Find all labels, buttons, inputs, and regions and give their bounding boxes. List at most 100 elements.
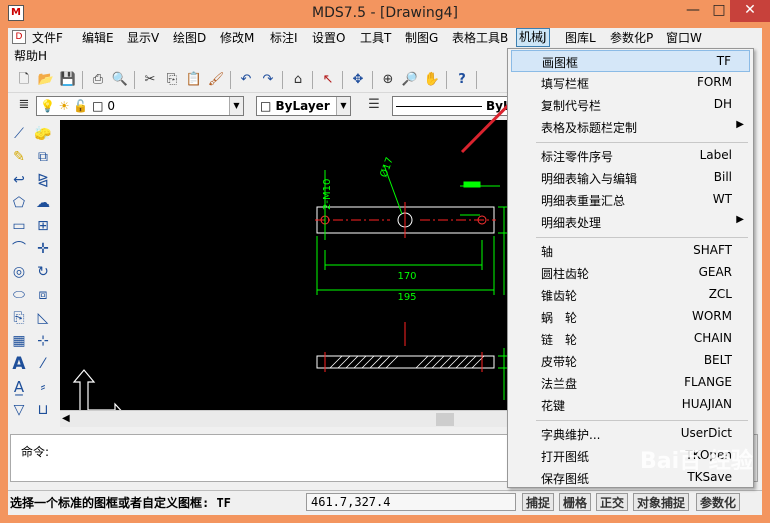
copy-icon[interactable]: ⎘	[162, 70, 182, 90]
linetype-icon[interactable]: ☰	[364, 95, 384, 115]
close-button[interactable]: ✕	[730, 0, 770, 22]
erase-icon[interactable]: 🧽	[32, 123, 54, 145]
menu-file[interactable]: 文件F	[30, 29, 65, 48]
trim-icon[interactable]: ⊹	[32, 330, 54, 352]
menu-edit[interactable]: 编辑E	[80, 29, 116, 48]
table-icon[interactable]: ▽	[8, 399, 30, 421]
menu-item-copy-code[interactable]: 复制代号栏 DH	[511, 94, 750, 116]
menu-tools[interactable]: 工具T	[358, 29, 393, 48]
hatch-icon[interactable]: ▦	[8, 330, 30, 352]
polyline-icon[interactable]: ↩	[8, 169, 30, 191]
extend-icon[interactable]: ⁄	[32, 353, 54, 375]
menu-help[interactable]: 帮助H	[12, 47, 49, 66]
ortho-toggle[interactable]: 正交	[596, 493, 629, 511]
line-icon[interactable]: ⟋	[8, 123, 30, 145]
menu-mechanical[interactable]: 机械J	[516, 28, 550, 47]
color-select[interactable]: □ ByLayer ▼	[256, 96, 351, 116]
stretch-icon[interactable]: ◺	[32, 307, 54, 329]
chevron-down-icon[interactable]: ▼	[229, 97, 243, 115]
menu-table-tools[interactable]: 表格工具B	[450, 29, 510, 48]
grid-toggle[interactable]: 栅格	[559, 493, 592, 511]
save-icon[interactable]: 💾	[58, 70, 78, 90]
scroll-left-icon[interactable]: ◀	[62, 411, 70, 427]
menu-item-part-number[interactable]: 标注零件序号 Label	[511, 145, 750, 167]
snap-toggle[interactable]: 捕捉	[522, 493, 555, 511]
move-icon[interactable]: ✛	[32, 238, 54, 260]
circle-icon[interactable]: ◎	[8, 261, 30, 283]
menu-item-draw-frame[interactable]: 画图框 TF	[511, 50, 750, 72]
document-icon[interactable]: D	[12, 30, 26, 44]
layer-select[interactable]: 💡 ☀ 🔓 □ 0 ▼	[36, 96, 244, 116]
horizontal-scrollbar[interactable]: ◀	[60, 410, 518, 427]
rectangle-icon[interactable]: ▭	[8, 215, 30, 237]
menu-settings[interactable]: 设置O	[310, 29, 347, 48]
chevron-down-icon[interactable]: ▼	[336, 97, 350, 115]
break-icon[interactable]: ⸗	[32, 376, 54, 398]
help-icon[interactable]: ?	[452, 70, 472, 90]
paste-icon[interactable]: 📋	[184, 70, 204, 90]
title-bar[interactable]: M MDS7.5 - [Drawing4] — □ ✕	[0, 0, 770, 28]
menu-item-table-custom[interactable]: 表格及标题栏定制 ▶	[511, 116, 750, 138]
undo-icon[interactable]: ↶	[236, 70, 256, 90]
print-icon[interactable]: ⎙	[88, 70, 108, 90]
redo-icon[interactable]: ↷	[258, 70, 278, 90]
rotate-icon[interactable]: ↻	[32, 261, 54, 283]
print-preview-icon[interactable]: 🔍	[110, 70, 130, 90]
offset-icon[interactable]: ☁	[32, 192, 54, 214]
toolbar-separator	[230, 71, 231, 89]
mtext-icon[interactable]: A̲	[8, 376, 30, 398]
menu-item-bom-weight[interactable]: 明细表重量汇总 WT	[511, 189, 750, 211]
copy-object-icon[interactable]: ⧉	[32, 146, 54, 168]
standard-toolbar: 🗋 📂 💾 ⎙ 🔍 ✂ ⎘ 📋 🖌 ↶ ↷ ⌂ ↖ ✥ ⊕ 🔎 ✋ ?	[8, 67, 518, 93]
ellipse-icon[interactable]: ⬭	[8, 284, 30, 306]
menu-drafting[interactable]: 制图G	[403, 29, 440, 48]
chamfer-icon[interactable]: ⊔	[32, 399, 54, 421]
menu-item-flange[interactable]: 法兰盘 FLANGE	[511, 372, 750, 394]
menu-item-spline[interactable]: 花键 HUAJIAN	[511, 394, 750, 416]
insert-block-icon[interactable]: ⎘	[8, 307, 30, 329]
new-file-icon[interactable]: 🗋	[14, 70, 34, 90]
menu-modify[interactable]: 修改M	[218, 29, 256, 48]
menu-parametric[interactable]: 参数化P	[608, 29, 655, 48]
match-properties-icon[interactable]: 🖌	[206, 70, 226, 90]
menu-view[interactable]: 显示V	[125, 29, 161, 48]
menu-item-gear[interactable]: 圆柱齿轮 GEAR	[511, 262, 750, 284]
menu-item-worm[interactable]: 蜗 轮 WORM	[511, 306, 750, 328]
linetype-select[interactable]: ByL	[392, 96, 518, 116]
text-icon[interactable]: A	[8, 353, 30, 375]
cut-icon[interactable]: ✂	[140, 70, 160, 90]
array-icon[interactable]: ⊞	[32, 215, 54, 237]
parametric-toggle[interactable]: 参数化	[696, 493, 741, 511]
osnap-toggle[interactable]: 对象捕捉	[633, 493, 690, 511]
polygon-icon[interactable]: ⬠	[8, 192, 30, 214]
menu-item-belt[interactable]: 皮带轮 BELT	[511, 350, 750, 372]
block-icon[interactable]: ⌂	[288, 70, 308, 90]
menu-item-fill-title[interactable]: 填写栏框 FORM	[511, 72, 750, 94]
menu-item-bom-edit[interactable]: 明细表输入与编辑 Bill	[511, 167, 750, 189]
pan-icon[interactable]: ✥	[348, 70, 368, 90]
menu-draw[interactable]: 绘图D	[171, 29, 208, 48]
layer-manager-icon[interactable]: ≣	[14, 95, 34, 115]
zoom-realtime-icon[interactable]: ⊕	[378, 70, 398, 90]
drawing-canvas[interactable]: 170 195 30 12 2-M10 Ø17	[60, 120, 518, 410]
construction-line-icon[interactable]: ✎	[8, 146, 30, 168]
minimize-button[interactable]: —	[680, 0, 706, 22]
open-file-icon[interactable]: 📂	[36, 70, 56, 90]
hand-icon[interactable]: ✋	[422, 70, 442, 90]
menu-item-shaft[interactable]: 轴 SHAFT	[511, 240, 750, 262]
menu-window[interactable]: 窗口W	[664, 29, 704, 48]
menu-library[interactable]: 图库L	[563, 29, 598, 48]
toolbar-separator	[342, 71, 343, 89]
pointer-icon[interactable]: ↖	[318, 70, 338, 90]
zoom-window-icon[interactable]: 🔎	[400, 70, 420, 90]
maximize-button[interactable]: □	[706, 0, 732, 22]
arc-icon[interactable]: ⌒	[8, 238, 30, 260]
menu-item-bom-process[interactable]: 明细表处理 ▶	[511, 211, 750, 233]
mirror-icon[interactable]: ⧎	[32, 169, 54, 191]
scroll-thumb[interactable]	[436, 413, 454, 426]
menu-dimension[interactable]: 标注I	[268, 29, 300, 48]
menu-item-dictionary[interactable]: 字典维护... UserDict	[511, 423, 750, 445]
scale-icon[interactable]: ⧈	[32, 284, 54, 306]
menu-item-chain[interactable]: 链 轮 CHAIN	[511, 328, 750, 350]
menu-item-bevel-gear[interactable]: 锥齿轮 ZCL	[511, 284, 750, 306]
